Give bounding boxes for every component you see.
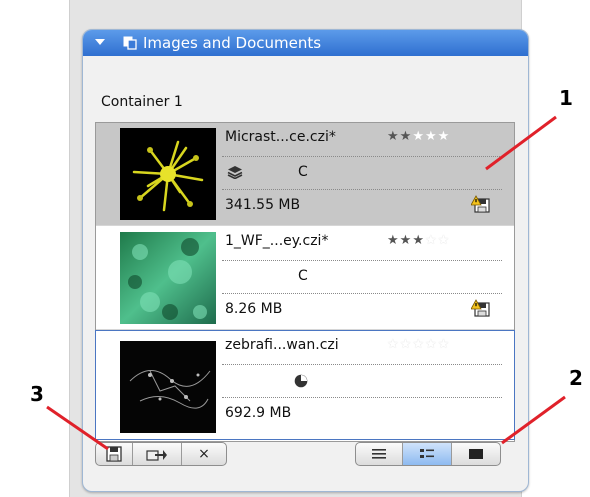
- callout-line-1: [485, 115, 557, 171]
- callout-line-2: [501, 395, 566, 445]
- callout-number-1: 1: [559, 86, 573, 110]
- callout-number-3: 3: [30, 382, 44, 406]
- callout-number-2: 2: [569, 366, 583, 390]
- callout-line-3: [46, 405, 109, 451]
- callout-lines: [46, 115, 566, 451]
